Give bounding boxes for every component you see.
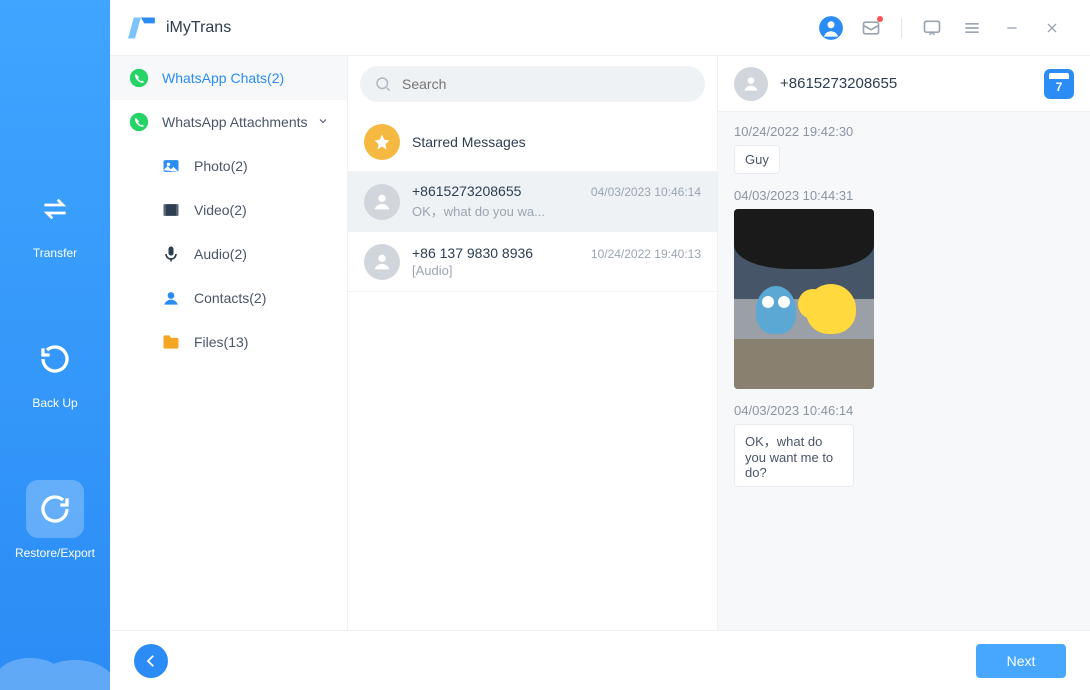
cloud-decor — [0, 630, 110, 690]
message-timestamp: 10/24/2022 19:42:30 — [734, 124, 1074, 139]
avatar-icon — [734, 67, 768, 101]
files-icon — [160, 331, 182, 353]
sidebar-item-contacts[interactable]: Contacts(2) — [110, 276, 347, 320]
minimize-icon[interactable] — [998, 14, 1026, 42]
whatsapp-icon — [128, 67, 150, 89]
search-field[interactable] — [402, 76, 691, 92]
rail-transfer[interactable]: Transfer — [26, 180, 84, 260]
rail-transfer-label: Transfer — [33, 246, 77, 260]
conversation-body[interactable]: 10/24/2022 19:42:30 Guy 04/03/2023 10:44… — [718, 112, 1090, 630]
message-bubble: OK，what do you want me to do? — [734, 424, 854, 487]
chat-time: 04/03/2023 10:46:14 — [591, 185, 701, 199]
message-image[interactable] — [734, 209, 874, 389]
chat-row[interactable]: +86 137 9830 8936 10/24/2022 19:40:13 [A… — [348, 232, 717, 292]
feedback-icon[interactable] — [918, 14, 946, 42]
account-icon[interactable] — [817, 14, 845, 42]
sidebar-audio-label: Audio(2) — [194, 246, 247, 262]
chat-name: +86 137 9830 8936 — [412, 245, 533, 261]
search-input[interactable] — [360, 66, 705, 102]
sidebar-item-files[interactable]: Files(13) — [110, 320, 347, 364]
next-button-label: Next — [1007, 653, 1036, 669]
sidebar-video-label: Video(2) — [194, 202, 247, 218]
back-button[interactable] — [134, 644, 168, 678]
backup-icon — [26, 330, 84, 388]
video-icon — [160, 199, 182, 221]
search-icon — [374, 75, 392, 93]
chevron-down-icon — [317, 114, 329, 130]
chat-preview: [Audio] — [412, 263, 701, 278]
app-logo-icon — [128, 14, 156, 42]
message-timestamp: 04/03/2023 10:44:31 — [734, 188, 1074, 203]
calendar-day: 7 — [1056, 80, 1063, 94]
conversation-title: +8615273208655 — [780, 75, 897, 92]
nav-rail: Transfer Back Up Restore/Export — [0, 0, 110, 690]
avatar-icon — [364, 184, 400, 220]
contacts-icon — [160, 287, 182, 309]
sidebar-item-attachments[interactable]: WhatsApp Attachments — [110, 100, 347, 144]
transfer-icon — [26, 180, 84, 238]
close-icon[interactable] — [1038, 14, 1066, 42]
chat-list-panel: Starred Messages +8615273208655 04/03/20… — [348, 56, 718, 630]
avatar-icon — [364, 244, 400, 280]
starred-messages-row[interactable]: Starred Messages — [348, 112, 717, 172]
notification-dot — [877, 16, 883, 22]
sidebar-chats-label: WhatsApp Chats(2) — [162, 70, 284, 86]
sidebar-item-video[interactable]: Video(2) — [110, 188, 347, 232]
inbox-icon[interactable] — [857, 14, 885, 42]
message-timestamp: 04/03/2023 10:46:14 — [734, 403, 1074, 418]
rail-backup-label: Back Up — [32, 396, 77, 410]
chat-time: 10/24/2022 19:40:13 — [591, 247, 701, 261]
sidebar-item-photo[interactable]: Photo(2) — [110, 144, 347, 188]
rail-restore-label: Restore/Export — [15, 546, 95, 560]
starred-label: Starred Messages — [412, 134, 701, 150]
sidebar-attachments-label: WhatsApp Attachments — [162, 114, 308, 130]
sidebar-item-chats[interactable]: WhatsApp Chats(2) — [110, 56, 347, 100]
titlebar: iMyTrans — [110, 0, 1090, 56]
sidebar-files-label: Files(13) — [194, 334, 248, 350]
chat-name: +8615273208655 — [412, 183, 521, 199]
audio-icon — [160, 243, 182, 265]
restore-icon — [26, 480, 84, 538]
footer: Next — [110, 630, 1090, 690]
conversation-panel: +8615273208655 7 10/24/2022 19:42:30 Guy… — [718, 56, 1090, 630]
menu-icon[interactable] — [958, 14, 986, 42]
chat-row[interactable]: +8615273208655 04/03/2023 10:46:14 OK，wh… — [348, 172, 717, 232]
calendar-icon[interactable]: 7 — [1044, 69, 1074, 99]
chat-preview: OK，what do you wa... — [412, 201, 701, 220]
star-icon — [364, 124, 400, 160]
sidebar-item-audio[interactable]: Audio(2) — [110, 232, 347, 276]
titlebar-divider — [901, 18, 902, 38]
sidebar-photo-label: Photo(2) — [194, 158, 248, 174]
photo-icon — [160, 155, 182, 177]
sidebar-contacts-label: Contacts(2) — [194, 290, 266, 306]
conversation-header: +8615273208655 7 — [718, 56, 1090, 112]
next-button[interactable]: Next — [976, 644, 1066, 678]
whatsapp-icon — [128, 111, 150, 133]
rail-backup[interactable]: Back Up — [26, 330, 84, 410]
rail-restore[interactable]: Restore/Export — [15, 480, 95, 560]
app-title: iMyTrans — [166, 19, 231, 37]
message-bubble: Guy — [734, 145, 780, 174]
category-sidebar: WhatsApp Chats(2) WhatsApp Attachments P… — [110, 56, 348, 630]
